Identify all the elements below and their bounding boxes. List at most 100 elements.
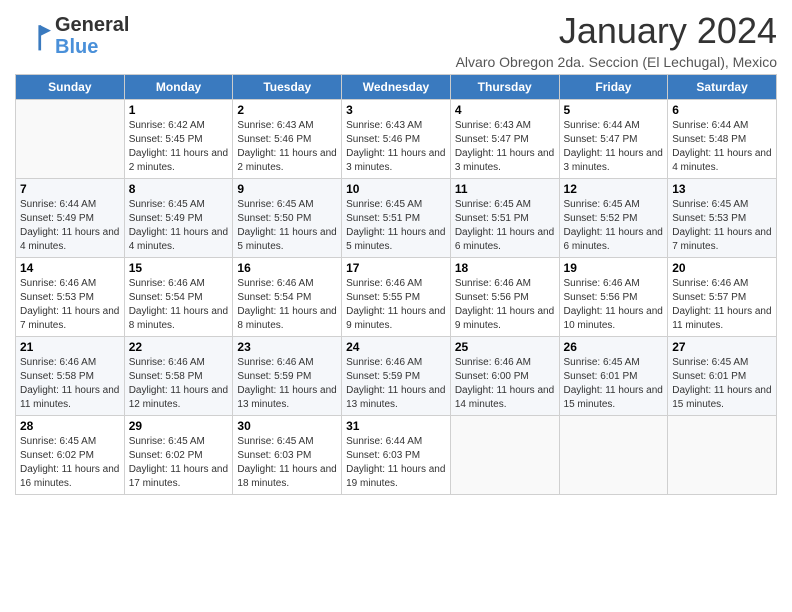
calendar-header-row: SundayMondayTuesdayWednesdayThursdayFrid… [16,75,777,100]
calendar-cell: 17 Sunrise: 6:46 AMSunset: 5:55 PMDayligh… [342,258,451,337]
calendar-cell: 12Sunrise: 6:45 AMSunset: 5:52 PMDayligh… [559,179,668,258]
day-info: Sunrise: 6:45 AMSunset: 5:49 PMDaylight:… [129,198,229,254]
calendar-cell: 18 Sunrise: 6:46 AMSunset: 5:56 PMDayligh… [450,258,559,337]
calendar-cell: 2 Sunrise: 6:43 AMSunset: 5:46 PMDaylight… [233,100,342,179]
day-number: 10 [346,182,446,196]
calendar-cell: 23 Sunrise: 6:46 AMSunset: 5:59 PMDayligh… [233,337,342,416]
calendar-cell: 14 Sunrise: 6:46 AMSunset: 5:53 PMDayligh… [16,258,125,337]
day-info: Sunrise: 6:46 AMSunset: 5:55 PMDaylight:… [346,277,446,333]
day-info: Sunrise: 6:46 AMSunset: 5:59 PMDaylight:… [346,356,446,412]
calendar-cell: 19 Sunrise: 6:46 AMSunset: 5:56 PMDayligh… [559,258,668,337]
day-info: Sunrise: 6:45 AMSunset: 6:03 PMDaylight:… [237,435,337,491]
day-info: Sunrise: 6:46 AMSunset: 5:54 PMDaylight:… [237,277,337,333]
logo-icon [15,18,51,54]
day-number: 9 [237,182,337,196]
calendar-cell: 10 Sunrise: 6:45 AMSunset: 5:51 PMDayligh… [342,179,451,258]
calendar-cell: 13 Sunrise: 6:45 AMSunset: 5:53 PMDayligh… [668,179,777,258]
calendar-cell: 26 Sunrise: 6:45 AMSunset: 6:01 PMDayligh… [559,337,668,416]
day-number: 11 [455,182,555,196]
day-number: 30 [237,419,337,433]
day-info: Sunrise: 6:46 AMSunset: 5:53 PMDaylight:… [20,277,120,333]
day-info: Sunrise: 6:44 AMSunset: 5:47 PMDaylight:… [564,119,664,175]
day-number: 28 [20,419,120,433]
day-info: Sunrise: 6:45 AMSunset: 6:01 PMDaylight:… [564,356,664,412]
calendar-week-row: 21 Sunrise: 6:46 AMSunset: 5:58 PMDayligh… [16,337,777,416]
day-header-sunday: Sunday [16,75,125,100]
calendar-table: SundayMondayTuesdayWednesdayThursdayFrid… [15,74,777,495]
day-info: Sunrise: 6:45 AMSunset: 6:01 PMDaylight:… [672,356,772,412]
day-info: Sunrise: 6:43 AMSunset: 5:46 PMDaylight:… [237,119,337,175]
day-info: Sunrise: 6:45 AMSunset: 6:02 PMDaylight:… [20,435,120,491]
day-number: 18 [455,261,555,275]
day-info: Sunrise: 6:46 AMSunset: 5:56 PMDaylight:… [455,277,555,333]
calendar-week-row: 14 Sunrise: 6:46 AMSunset: 5:53 PMDayligh… [16,258,777,337]
day-info: Sunrise: 6:46 AMSunset: 5:57 PMDaylight:… [672,277,772,333]
day-number: 31 [346,419,446,433]
calendar-cell: 20Sunrise: 6:46 AMSunset: 5:57 PMDayligh… [668,258,777,337]
day-number: 4 [455,103,555,117]
day-info: Sunrise: 6:45 AMSunset: 5:50 PMDaylight:… [237,198,337,254]
day-info: Sunrise: 6:43 AMSunset: 5:46 PMDaylight:… [346,119,446,175]
month-title: January 2024 [456,10,777,52]
location-title: Alvaro Obregon 2da. Seccion (El Lechugal… [456,54,777,70]
day-header-friday: Friday [559,75,668,100]
calendar-cell: 31 Sunrise: 6:44 AMSunset: 6:03 PMDayligh… [342,416,451,495]
day-number: 24 [346,340,446,354]
day-number: 3 [346,103,446,117]
day-header-saturday: Saturday [668,75,777,100]
calendar-cell [16,100,125,179]
day-number: 1 [129,103,229,117]
day-header-monday: Monday [124,75,233,100]
day-info: Sunrise: 6:46 AMSunset: 5:54 PMDaylight:… [129,277,229,333]
calendar-week-row: 28 Sunrise: 6:45 AMSunset: 6:02 PMDayligh… [16,416,777,495]
day-header-tuesday: Tuesday [233,75,342,100]
calendar-cell: 16 Sunrise: 6:46 AMSunset: 5:54 PMDayligh… [233,258,342,337]
day-header-wednesday: Wednesday [342,75,451,100]
calendar-cell: 6Sunrise: 6:44 AMSunset: 5:48 PMDaylight… [668,100,777,179]
day-info: Sunrise: 6:43 AMSunset: 5:47 PMDaylight:… [455,119,555,175]
day-info: Sunrise: 6:45 AMSunset: 5:51 PMDaylight:… [346,198,446,254]
day-info: Sunrise: 6:45 AMSunset: 5:51 PMDaylight:… [455,198,555,254]
day-number: 22 [129,340,229,354]
day-number: 23 [237,340,337,354]
day-info: Sunrise: 6:46 AMSunset: 5:56 PMDaylight:… [564,277,664,333]
calendar-cell: 30 Sunrise: 6:45 AMSunset: 6:03 PMDayligh… [233,416,342,495]
title-block: January 2024 Alvaro Obregon 2da. Seccion… [456,10,777,70]
calendar-cell: 7 Sunrise: 6:44 AMSunset: 5:49 PMDaylight… [16,179,125,258]
day-info: Sunrise: 6:46 AMSunset: 5:58 PMDaylight:… [20,356,120,412]
day-info: Sunrise: 6:44 AMSunset: 6:03 PMDaylight:… [346,435,446,491]
logo-text: General Blue [55,14,129,58]
day-number: 14 [20,261,120,275]
day-number: 16 [237,261,337,275]
day-number: 21 [20,340,120,354]
logo: General Blue [15,14,129,58]
day-header-thursday: Thursday [450,75,559,100]
day-number: 26 [564,340,664,354]
calendar-cell: 25Sunrise: 6:46 AMSunset: 6:00 PMDayligh… [450,337,559,416]
day-info: Sunrise: 6:45 AMSunset: 6:02 PMDaylight:… [129,435,229,491]
calendar-cell: 27Sunrise: 6:45 AMSunset: 6:01 PMDayligh… [668,337,777,416]
day-info: Sunrise: 6:44 AMSunset: 5:49 PMDaylight:… [20,198,120,254]
day-number: 13 [672,182,772,196]
calendar-cell [450,416,559,495]
calendar-cell: 15Sunrise: 6:46 AMSunset: 5:54 PMDayligh… [124,258,233,337]
calendar-cell: 9 Sunrise: 6:45 AMSunset: 5:50 PMDaylight… [233,179,342,258]
calendar-cell: 5Sunrise: 6:44 AMSunset: 5:47 PMDaylight… [559,100,668,179]
calendar-week-row: 1Sunrise: 6:42 AMSunset: 5:45 PMDaylight… [16,100,777,179]
logo-blue: Blue [55,36,98,58]
calendar-cell [668,416,777,495]
day-number: 17 [346,261,446,275]
calendar-cell: 3 Sunrise: 6:43 AMSunset: 5:46 PMDaylight… [342,100,451,179]
day-number: 7 [20,182,120,196]
logo-general: General [55,14,129,36]
day-info: Sunrise: 6:45 AMSunset: 5:52 PMDaylight:… [564,198,664,254]
day-info: Sunrise: 6:46 AMSunset: 5:59 PMDaylight:… [237,356,337,412]
day-info: Sunrise: 6:46 AMSunset: 6:00 PMDaylight:… [455,356,555,412]
calendar-cell: 28 Sunrise: 6:45 AMSunset: 6:02 PMDayligh… [16,416,125,495]
day-number: 19 [564,261,664,275]
day-info: Sunrise: 6:44 AMSunset: 5:48 PMDaylight:… [672,119,772,175]
calendar-cell: 21 Sunrise: 6:46 AMSunset: 5:58 PMDayligh… [16,337,125,416]
day-info: Sunrise: 6:45 AMSunset: 5:53 PMDaylight:… [672,198,772,254]
day-number: 2 [237,103,337,117]
day-info: Sunrise: 6:46 AMSunset: 5:58 PMDaylight:… [129,356,229,412]
